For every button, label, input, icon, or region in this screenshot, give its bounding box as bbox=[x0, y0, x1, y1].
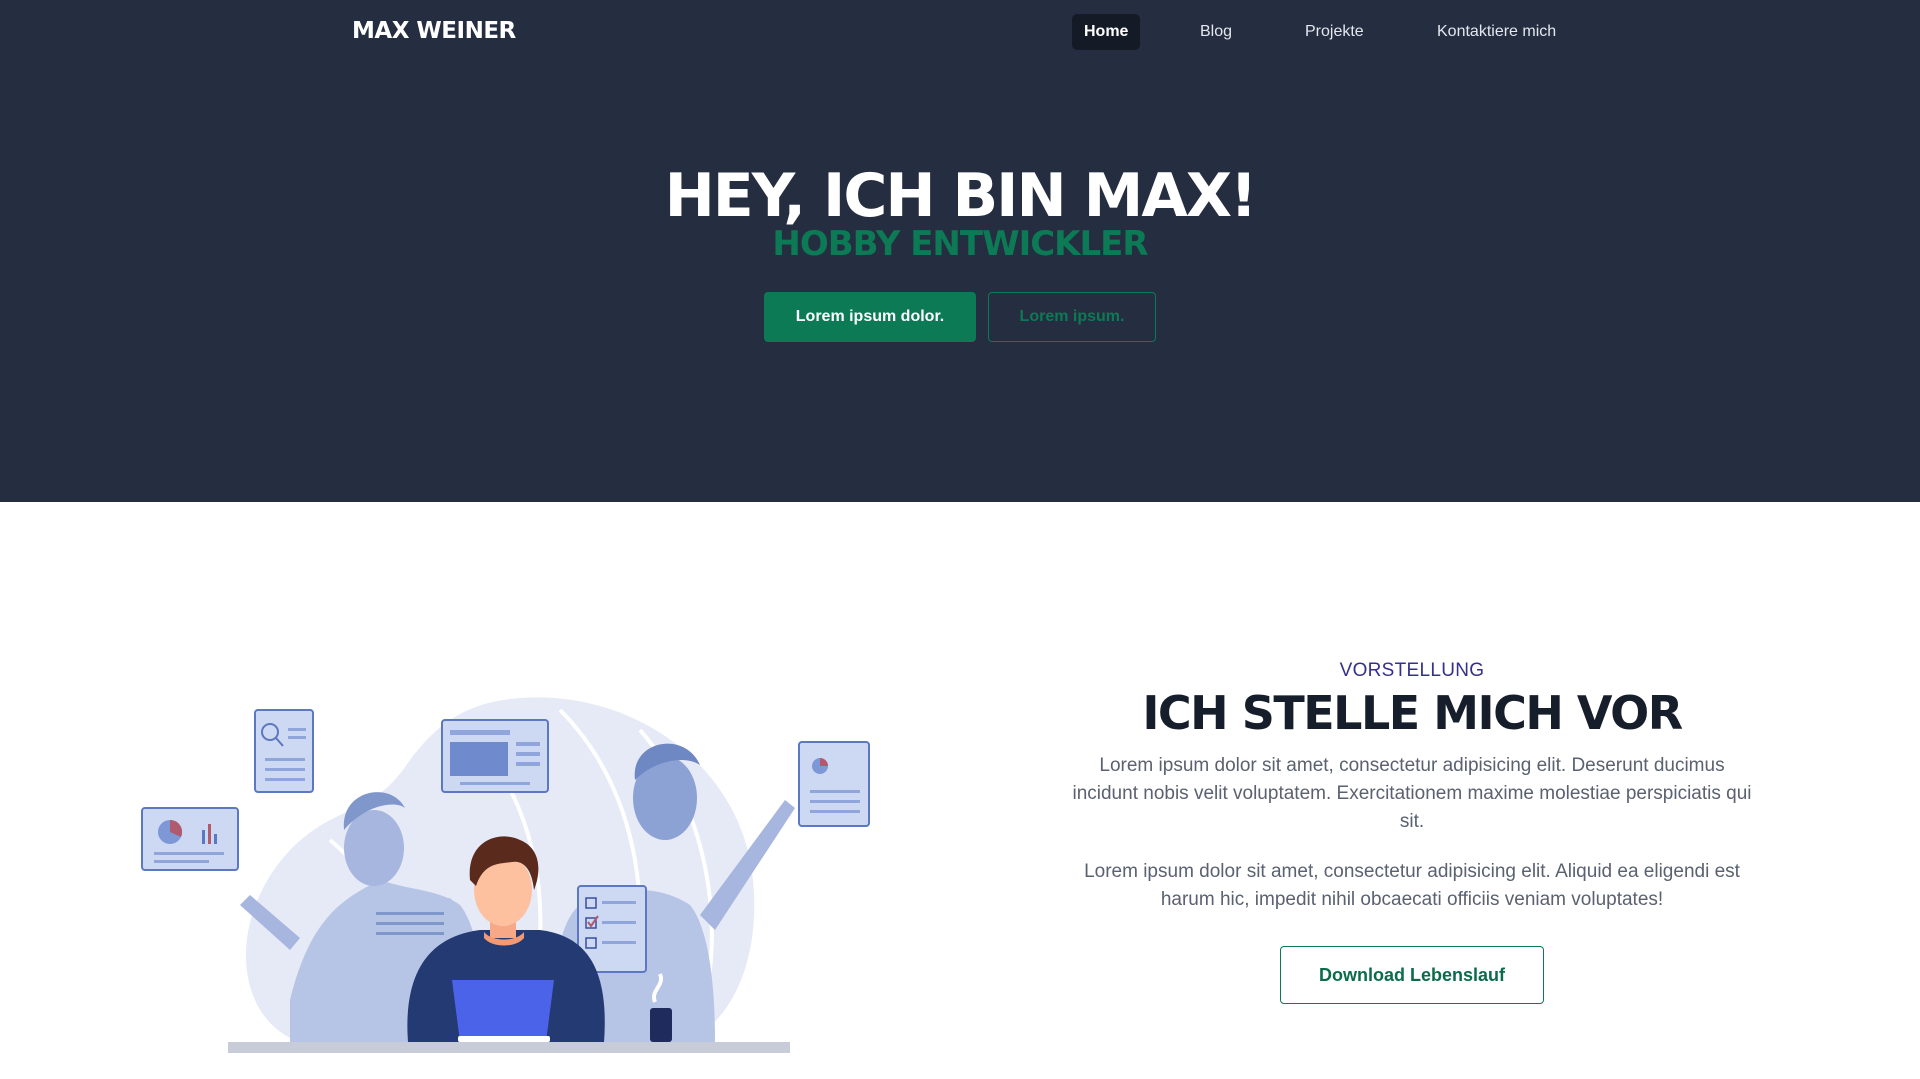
desk-surface bbox=[228, 1042, 790, 1053]
hero-secondary-button[interactable]: Lorem ipsum. bbox=[988, 292, 1156, 342]
nav-item-kontakt[interactable]: Kontaktiere mich bbox=[1437, 14, 1556, 50]
hero-subtitle: HOBBY ENTWICKLER bbox=[772, 224, 1148, 264]
layout-window-card bbox=[441, 719, 549, 793]
hero-primary-button[interactable]: Lorem ipsum dolor. bbox=[764, 292, 976, 342]
about-section: VORSTELLUNG ICH STELLE MICH VOR Lorem ip… bbox=[1072, 660, 1752, 1004]
hero-section: MAX WEINER Home Blog Projekte Kontaktier… bbox=[0, 0, 1920, 502]
main-nav: Home Blog Projekte Kontaktiere mich bbox=[0, 14, 1920, 52]
notes-card bbox=[368, 898, 452, 950]
about-title: ICH STELLE MICH VOR bbox=[1142, 686, 1683, 740]
nav-item-blog[interactable]: Blog bbox=[1200, 14, 1232, 50]
report-card bbox=[798, 741, 870, 827]
developer-illustration bbox=[140, 690, 880, 1060]
section-eyebrow: VORSTELLUNG bbox=[1339, 660, 1485, 681]
download-cv-button[interactable]: Download Lebenslauf bbox=[1280, 946, 1544, 1004]
search-document-card bbox=[254, 709, 314, 793]
laptop-icon bbox=[452, 980, 554, 1042]
about-paragraph-2: Lorem ipsum dolor sit amet, consectetur … bbox=[1084, 861, 1740, 910]
nav-item-home[interactable]: Home bbox=[1072, 14, 1141, 50]
about-paragraph-1: Lorem ipsum dolor sit amet, consectetur … bbox=[1072, 755, 1752, 832]
nav-item-projekte[interactable]: Projekte bbox=[1305, 14, 1364, 50]
chart-card bbox=[141, 807, 239, 871]
